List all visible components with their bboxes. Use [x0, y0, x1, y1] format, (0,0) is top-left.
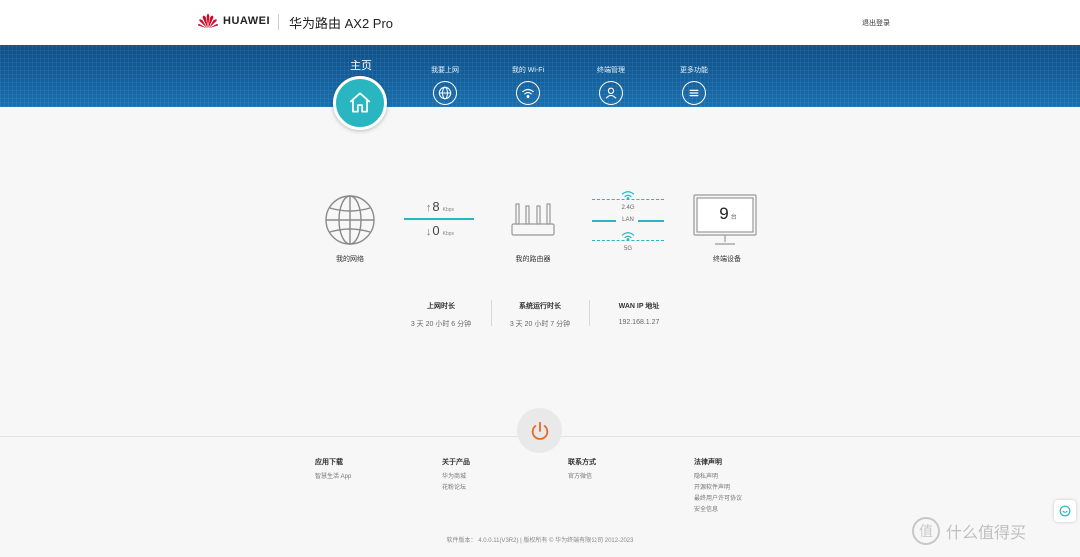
footer-link-security[interactable]: 安全信息	[694, 505, 742, 516]
nav-label: 我要上网	[431, 67, 459, 74]
arrow-down-icon: ↓	[425, 226, 432, 238]
home-label: 主页	[350, 60, 372, 72]
huawei-logo[interactable]: HUAWEI	[197, 13, 270, 29]
footer-col-app: 应用下载 智慧生活 App	[315, 457, 351, 483]
nav-item-more[interactable]: 更多功能	[664, 45, 724, 105]
nav-label: 终端管理	[597, 67, 625, 74]
speed-panel: ↑ 8 Kbps ↓ 0 Kbps	[404, 199, 476, 241]
stat-value: 3 天 20 小时 6 分钟	[410, 321, 472, 328]
watermark-badge: 值	[912, 517, 940, 545]
device-count-value: 9	[719, 204, 729, 223]
devices-label: 终端设备	[713, 256, 741, 263]
site-watermark: 值 什么值得买	[912, 517, 1026, 545]
band-5-label: 5G	[623, 246, 632, 252]
user-icon	[599, 81, 623, 105]
footer-col-title: 联系方式	[568, 459, 596, 466]
stat-wan-ip: WAN IP 地址 192.168.1.27	[589, 301, 689, 326]
brand-name: HUAWEI	[223, 15, 270, 27]
my-network-label: 我的网络	[336, 256, 364, 263]
chat-icon	[1059, 505, 1071, 517]
watermark-text: 什么值得买	[946, 525, 1027, 542]
nav-band: 我要上网 我的 Wi-Fi 终端管理 更多功能	[0, 45, 1080, 107]
wifi-5-icon	[621, 232, 635, 241]
menu-icon	[682, 81, 706, 105]
house-icon	[349, 92, 371, 113]
stat-online-time: 上网时长 3 天 20 小时 6 分钟	[391, 301, 491, 329]
nav-label: 更多功能	[680, 67, 708, 74]
footer-link-eula[interactable]: 最终用户许可协议	[694, 494, 742, 505]
stat-value: 192.168.1.27	[618, 319, 660, 326]
wifi-icon	[516, 81, 540, 105]
stat-uptime: 系统运行时长 3 天 20 小时 7 分钟	[490, 301, 590, 329]
stat-value: 3 天 20 小时 7 分钟	[509, 321, 571, 328]
download-speed: ↓ 0 Kbps	[404, 223, 476, 241]
footer-link-wechat[interactable]: 官方微信	[568, 472, 596, 483]
device-count: 9台	[708, 204, 748, 224]
upload-unit: Kbps	[442, 207, 455, 213]
top-bar: HUAWEI 华为路由 AX2 Pro 退出登录	[0, 0, 1080, 45]
footer-link-opensource[interactable]: 开源软件声明	[694, 483, 742, 494]
header-divider	[278, 14, 279, 30]
footer-link-forum[interactable]: 花粉论坛	[442, 483, 470, 494]
nav-item-wifi[interactable]: 我的 Wi-Fi	[498, 45, 558, 105]
power-button[interactable]	[517, 408, 562, 453]
huawei-flower-icon	[198, 13, 218, 29]
footer-col-title: 应用下载	[315, 459, 343, 466]
stat-title: 系统运行时长	[519, 303, 561, 310]
footer-col-contact: 联系方式 官方微信	[568, 457, 596, 483]
upload-speed: ↑ 8 Kbps	[404, 199, 476, 217]
nav-item-internet[interactable]: 我要上网	[415, 45, 475, 105]
my-router-label: 我的路由器	[515, 256, 551, 263]
globe-icon	[433, 81, 457, 105]
nav-label: 我的 Wi-Fi	[511, 67, 545, 74]
footer-link-privacy[interactable]: 隐私声明	[694, 472, 742, 483]
download-value: 0	[432, 223, 440, 238]
help-float-button[interactable]	[1054, 500, 1076, 522]
upload-value: 8	[432, 199, 440, 214]
stat-title: 上网时长	[427, 303, 455, 310]
power-icon	[531, 421, 548, 440]
footer-col-product: 关于产品 华为商城 花粉论坛	[442, 457, 470, 494]
logout-link[interactable]: 退出登录	[862, 18, 890, 28]
stat-title: WAN IP 地址	[618, 303, 660, 310]
home-button[interactable]	[333, 76, 387, 130]
footer-link-app[interactable]: 智慧生活 App	[315, 472, 351, 483]
band-24-label: 2.4G	[621, 205, 635, 211]
footer-col-legal: 法律声明 隐私声明 开源软件声明 最终用户许可协议 安全信息	[694, 457, 742, 516]
wireless-bands: 2.4G LAN 5G	[592, 189, 664, 259]
download-unit: Kbps	[442, 231, 455, 237]
router-icon[interactable]	[510, 202, 556, 238]
footer-link-store[interactable]: 华为商城	[442, 472, 470, 483]
footer-col-title: 关于产品	[442, 459, 470, 466]
wan-link-line	[404, 218, 474, 220]
arrow-up-icon: ↑	[425, 202, 432, 214]
device-count-unit: 台	[730, 215, 737, 221]
footer-col-title: 法律声明	[694, 459, 722, 466]
wifi-24-icon	[621, 191, 635, 200]
lan-line-right	[638, 220, 664, 222]
product-title: 华为路由 AX2 Pro	[289, 16, 394, 31]
network-globe-icon[interactable]	[324, 194, 376, 246]
nav-item-devices[interactable]: 终端管理	[581, 45, 641, 105]
